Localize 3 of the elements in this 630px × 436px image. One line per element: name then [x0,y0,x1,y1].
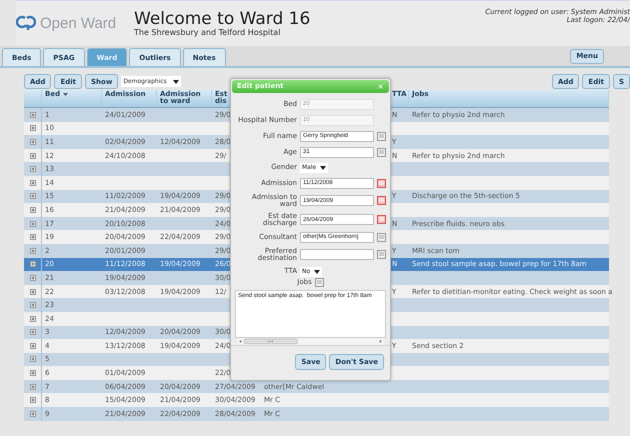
app-name: Open Ward [40,15,116,32]
hospital-name: The Shrewsbury and Telford Hospital [134,28,282,37]
page-title: Welcome to Ward 16 [134,10,310,28]
